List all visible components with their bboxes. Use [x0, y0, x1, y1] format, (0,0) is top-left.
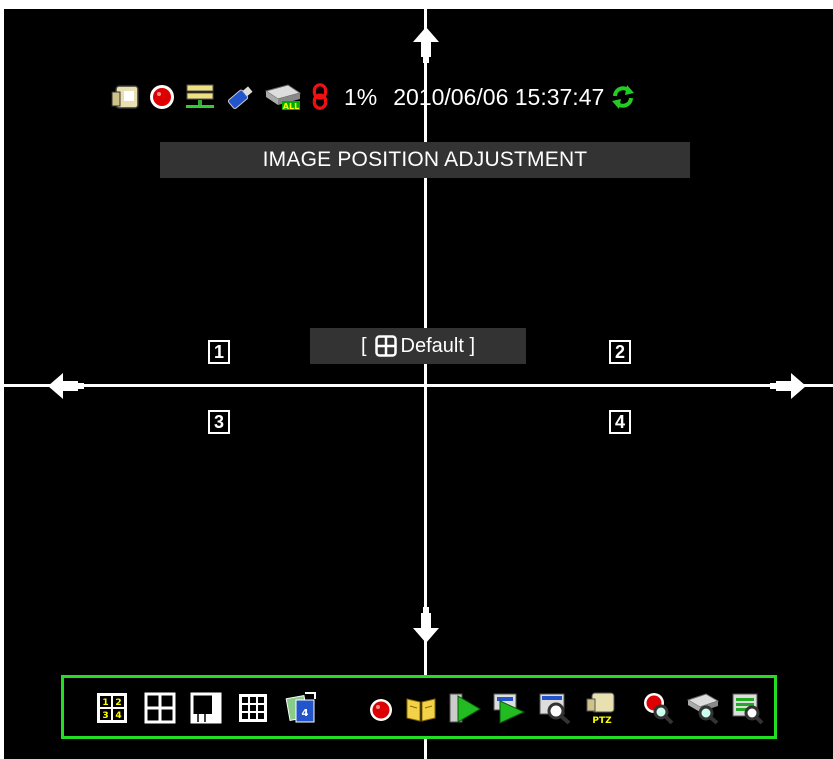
channel-3-label: 3	[208, 410, 230, 434]
record-search-icon[interactable]	[641, 691, 675, 725]
svg-text:ALL: ALL	[283, 102, 299, 111]
event-log-icon[interactable]	[404, 691, 438, 725]
quad-view-numbered-icon[interactable]: 1 2 3 4	[95, 691, 129, 725]
video-display-area: ALL 1% 2010/06/06 15:37:47 IMAGE POSITIO…	[4, 9, 833, 759]
pip-view-icon[interactable]	[189, 691, 223, 725]
default-position-button[interactable]: [ Default ]	[310, 328, 526, 364]
ptz-icon[interactable]: PTZ	[584, 691, 618, 725]
refresh-icon[interactable]	[610, 83, 636, 111]
disk-usage-percent: 1%	[344, 83, 378, 110]
record-icon	[150, 85, 174, 109]
nine-grid-view-icon[interactable]	[236, 691, 270, 725]
page-title: IMAGE POSITION ADJUSTMENT	[160, 142, 690, 178]
backup-all-icon: ALL	[264, 84, 302, 111]
channel-2-label: 2	[609, 340, 631, 364]
bottom-toolbar: 1 2 3 4 4 PTZ	[61, 675, 777, 739]
record-icon[interactable]	[364, 691, 398, 725]
svg-text:4: 4	[115, 711, 121, 721]
arrow-down-icon[interactable]	[413, 607, 439, 643]
quad-view-icon[interactable]	[143, 691, 177, 725]
backup-search-icon[interactable]	[686, 691, 720, 725]
channel-1-label: 1	[208, 340, 230, 364]
list-search-icon[interactable]	[731, 691, 765, 725]
horizontal-position-line[interactable]	[4, 384, 833, 387]
sequence-view-icon[interactable]: 4	[285, 691, 319, 725]
hdd-icon	[111, 85, 139, 109]
svg-text:3: 3	[102, 711, 108, 721]
chain-link-icon	[312, 83, 328, 110]
channel-4-label: 4	[609, 410, 631, 434]
playback-search-icon[interactable]	[492, 691, 526, 725]
svg-text:2: 2	[115, 698, 121, 708]
usb-icon	[227, 86, 253, 109]
svg-text:4: 4	[302, 708, 309, 719]
datetime-display: 2010/06/06 15:37:47	[393, 83, 605, 110]
default-bracket-open: [	[360, 334, 367, 357]
default-label: Default ]	[400, 334, 476, 357]
svg-text:1: 1	[102, 698, 108, 708]
svg-text:PTZ: PTZ	[592, 716, 612, 725]
network-icon	[186, 84, 214, 108]
search-icon[interactable]	[538, 691, 572, 725]
quad-grid-icon	[374, 335, 397, 357]
arrow-left-icon[interactable]	[48, 373, 84, 399]
arrow-right-icon[interactable]	[770, 373, 806, 399]
arrow-up-icon[interactable]	[413, 27, 439, 63]
playback-icon[interactable]	[448, 691, 482, 725]
status-bar: ALL 1% 2010/06/06 15:37:47	[110, 77, 770, 117]
